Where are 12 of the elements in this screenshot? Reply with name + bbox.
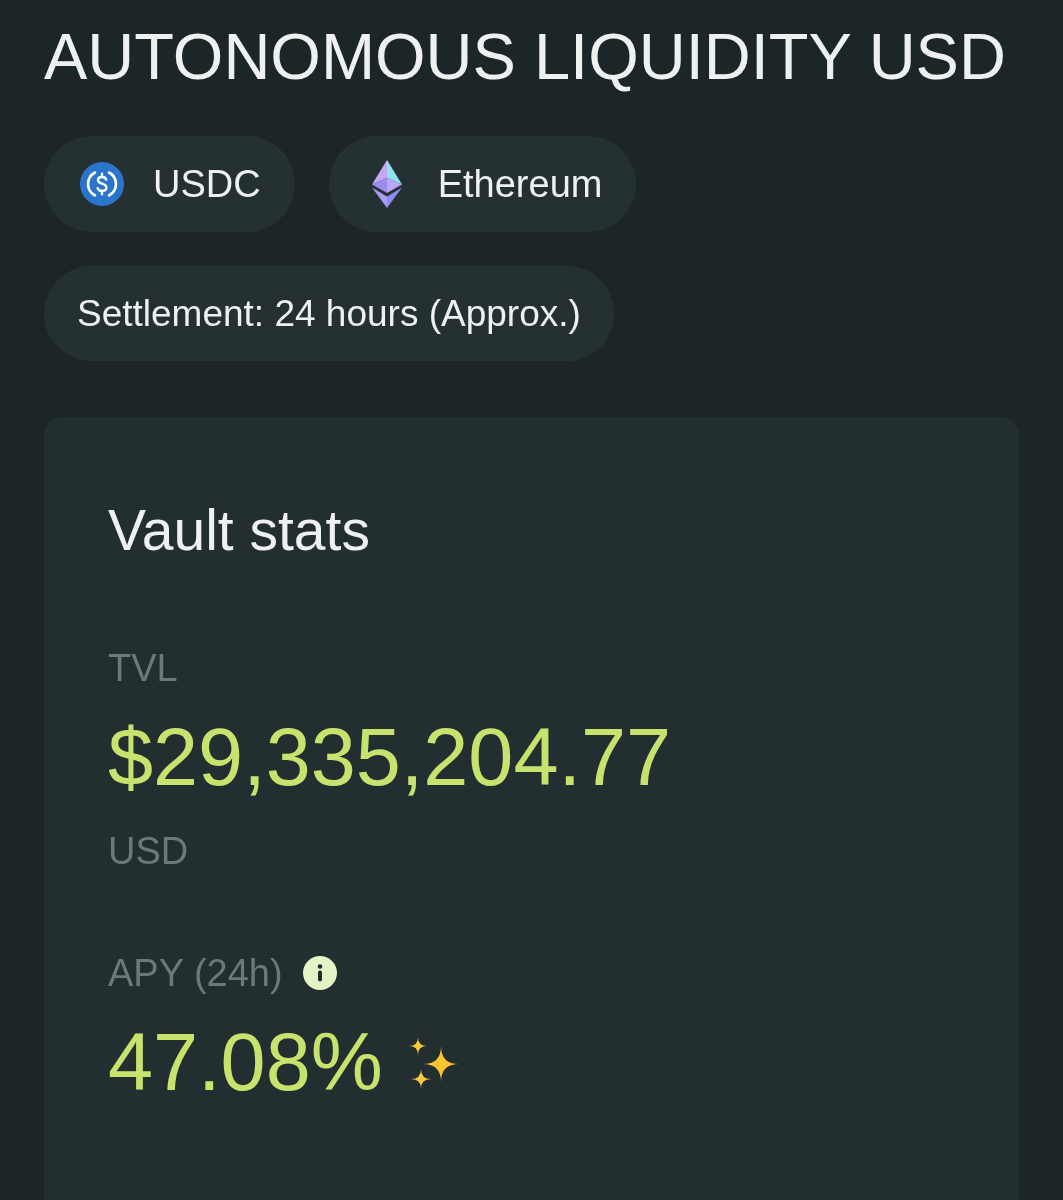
tag-label: Ethereum <box>437 165 603 203</box>
tag-label: USDC <box>153 165 261 203</box>
stat-value: 47.08% <box>108 1022 383 1103</box>
settlement-tag: Settlement: 24 hours (Approx.) <box>44 266 614 361</box>
stat-label: TVL <box>108 649 178 687</box>
coin-icon <box>80 162 124 206</box>
stat-label: APY (24h) <box>108 954 283 992</box>
stat-value: $29,335,204.77 <box>108 717 672 798</box>
card-title: Vault stats <box>108 502 370 559</box>
unit-label: USD <box>108 832 189 870</box>
diamond-icon <box>371 160 402 208</box>
info-icon[interactable] <box>302 956 337 990</box>
